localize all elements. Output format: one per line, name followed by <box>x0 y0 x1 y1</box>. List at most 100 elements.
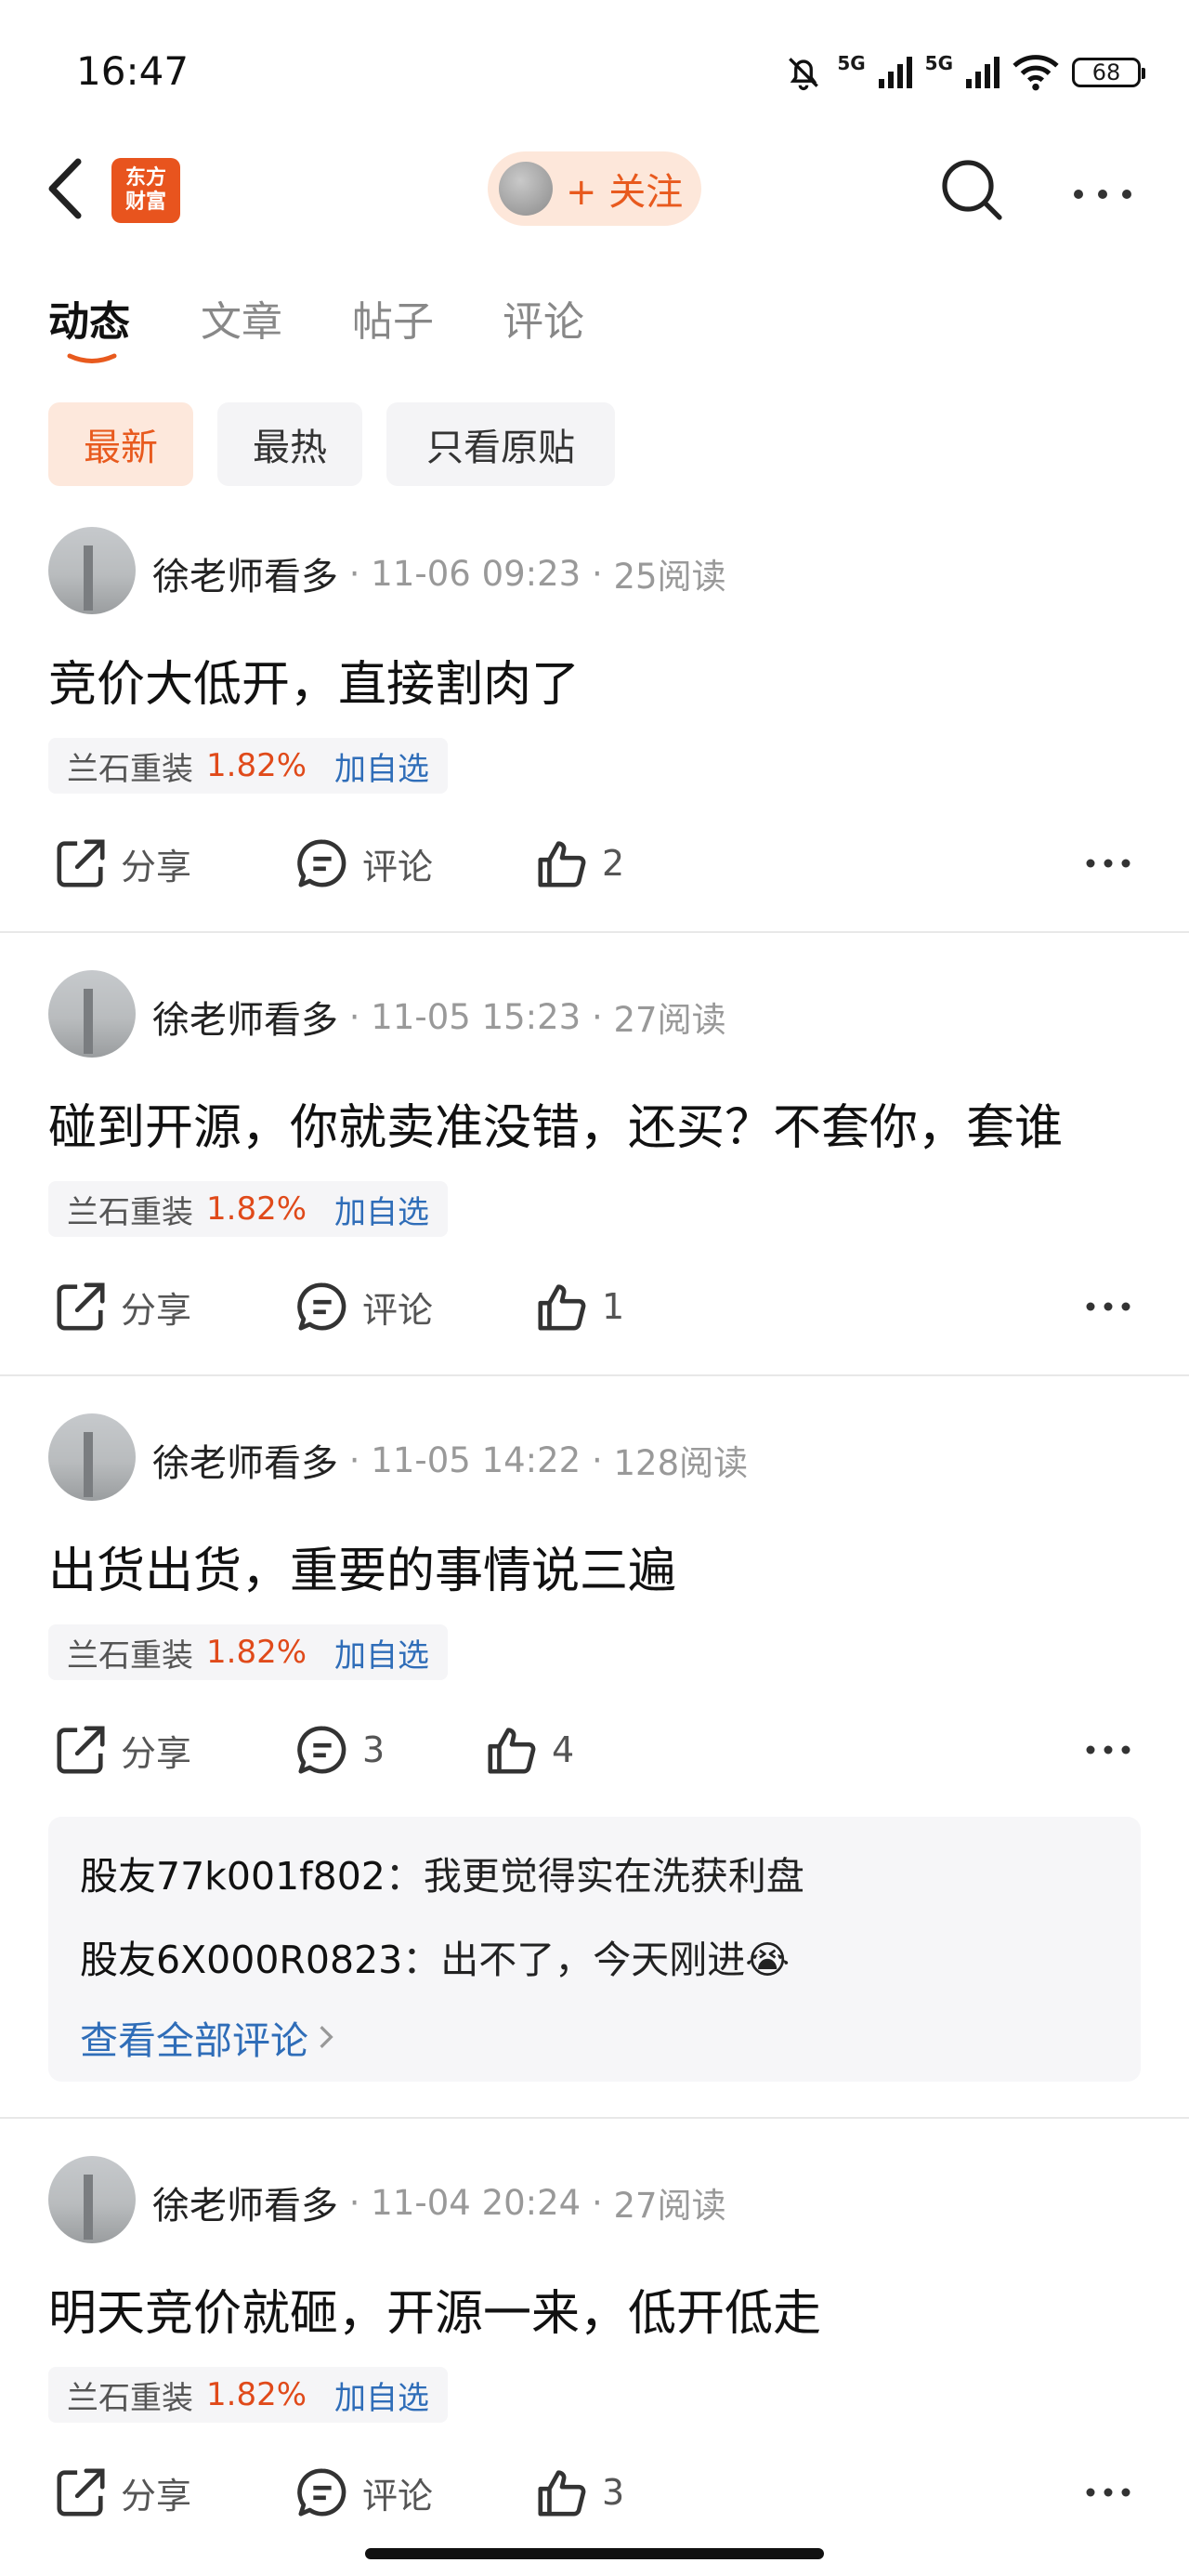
post-time: 11-05 15:23 <box>371 996 581 1037</box>
share-button[interactable]: 分享 <box>54 836 191 890</box>
comment-button[interactable]: 3 <box>295 1723 385 1777</box>
comment-icon <box>297 1282 346 1331</box>
share-button[interactable]: 分享 <box>54 2465 191 2519</box>
post-more-icon[interactable] <box>1085 858 1131 869</box>
signal-icon <box>878 57 912 88</box>
author-name[interactable]: 徐老师看多 <box>152 2175 338 2229</box>
stock-name: 兰石重装 <box>67 2379 193 2417</box>
tab-active-indicator <box>67 353 117 363</box>
avatar[interactable] <box>48 1413 136 1501</box>
post-time: 11-06 09:23 <box>371 553 581 594</box>
read-count: 25阅读 <box>613 557 726 597</box>
follow-label: + 关注 <box>566 171 684 214</box>
post-meta: 徐老师看多 · 11-04 20:24 · 27阅读 <box>152 2175 726 2229</box>
filter-latest[interactable]: 最新 <box>48 402 193 486</box>
filter-hottest[interactable]: 最热 <box>217 402 362 486</box>
author-name[interactable]: 徐老师看多 <box>152 990 338 1044</box>
comment-button[interactable]: 评论 <box>295 836 433 890</box>
tab-comments[interactable]: 评论 <box>503 288 584 348</box>
status-icons: 5G 5G 68 <box>783 52 1145 93</box>
thumbs-up-icon <box>488 1728 536 1774</box>
tab-dynamics[interactable]: 动态 <box>48 288 130 348</box>
divider <box>0 2117 1189 2119</box>
mute-bell-icon <box>789 58 819 91</box>
post-content[interactable]: 竞价大低开，直接割肉了 <box>48 645 580 715</box>
thumbs-up-icon <box>538 841 586 887</box>
network-5g-1: 5G <box>837 52 866 74</box>
comment-icon <box>297 839 346 887</box>
stock-tag[interactable]: 兰石重装 1.82% 加自选 <box>48 1624 449 1680</box>
post-content[interactable]: 明天竞价就砸，开源一来，低开低走 <box>48 2274 821 2344</box>
like-button[interactable]: 4 <box>485 1723 574 1777</box>
avatar[interactable] <box>48 970 136 1058</box>
post-time: 11-05 14:22 <box>371 1439 581 1480</box>
comment-icon <box>297 2468 346 2517</box>
add-watchlist-button[interactable]: 加自选 <box>334 2372 429 2418</box>
tab-posts[interactable]: 帖子 <box>352 288 434 348</box>
tab-articles[interactable]: 文章 <box>201 288 282 348</box>
stock-tag[interactable]: 兰石重装 1.82% 加自选 <box>48 1181 449 1237</box>
read-count: 27阅读 <box>613 1000 726 1040</box>
network-5g-2: 5G <box>924 52 953 74</box>
chevron-right-icon <box>320 2026 333 2048</box>
view-all-comments-link[interactable]: 查看全部评论 <box>80 2009 334 2065</box>
filter-original-only[interactable]: 只看原贴 <box>386 402 615 486</box>
share-button[interactable]: 分享 <box>54 1723 191 1777</box>
read-count: 128阅读 <box>613 1443 749 1483</box>
add-watchlist-button[interactable]: 加自选 <box>334 1630 429 1676</box>
more-menu-icon[interactable] <box>1073 186 1132 204</box>
post-meta: 徐老师看多 · 11-06 09:23 · 25阅读 <box>152 546 726 600</box>
comment-item[interactable]: 股友6X000R0823：出不了，今天刚进😭 <box>80 1928 790 1984</box>
follow-button[interactable]: + 关注 <box>488 151 701 226</box>
comment-text: 出不了，今天刚进😭 <box>440 1938 790 1982</box>
read-count: 27阅读 <box>613 2186 726 2226</box>
add-watchlist-button[interactable]: 加自选 <box>334 743 429 789</box>
back-arrow-icon[interactable] <box>46 156 84 221</box>
comment-icon <box>297 1726 346 1774</box>
post-meta: 徐老师看多 · 11-05 15:23 · 27阅读 <box>152 990 726 1044</box>
stock-change: 1.82% <box>206 2376 307 2413</box>
author-name[interactable]: 徐老师看多 <box>152 1433 338 1487</box>
like-button[interactable]: 3 <box>535 2465 624 2519</box>
avatar <box>499 162 553 216</box>
stock-name: 兰石重装 <box>67 1636 193 1675</box>
share-icon <box>57 839 105 887</box>
like-button[interactable]: 1 <box>535 1280 624 1334</box>
divider <box>0 931 1189 933</box>
post-more-icon[interactable] <box>1085 1301 1131 1312</box>
post-time: 11-04 20:24 <box>371 2182 581 2223</box>
post-content[interactable]: 碰到开源，你就卖准没错，还买？不套你，套谁 <box>48 1088 1063 1158</box>
signal-icon-2 <box>966 57 1000 88</box>
comment-text: 我更觉得实在洗获利盘 <box>423 1854 804 1899</box>
comment-button[interactable]: 评论 <box>295 1280 433 1334</box>
wifi-icon <box>1013 55 1059 91</box>
share-icon <box>57 1726 105 1774</box>
comment-user[interactable]: 股友77k001f802 <box>80 1854 385 1899</box>
avatar[interactable] <box>48 527 136 614</box>
share-icon <box>57 1282 105 1331</box>
comment-user[interactable]: 股友6X000R0823 <box>80 1938 402 1982</box>
like-button[interactable]: 2 <box>535 836 624 890</box>
stock-tag[interactable]: 兰石重装 1.82% 加自选 <box>48 738 449 794</box>
avatar[interactable] <box>48 2156 136 2243</box>
post-more-icon[interactable] <box>1085 2487 1131 2498</box>
add-watchlist-button[interactable]: 加自选 <box>334 1187 429 1232</box>
comment-item[interactable]: 股友77k001f802：我更觉得实在洗获利盘 <box>80 1845 804 1900</box>
search-icon[interactable] <box>938 156 1005 223</box>
comment-button[interactable]: 评论 <box>295 2465 433 2519</box>
app-logo: 东方财富 <box>111 158 180 223</box>
post-more-icon[interactable] <box>1085 1744 1131 1755</box>
home-indicator[interactable] <box>365 2548 824 2559</box>
divider <box>0 1374 1189 1376</box>
stock-change: 1.82% <box>206 747 307 784</box>
stock-change: 1.82% <box>206 1190 307 1228</box>
stock-tag[interactable]: 兰石重装 1.82% 加自选 <box>48 2367 449 2423</box>
battery-indicator: 68 <box>1072 58 1145 87</box>
status-time: 16:47 <box>76 48 189 94</box>
thumbs-up-icon <box>538 1284 586 1331</box>
stock-name: 兰石重装 <box>67 750 193 788</box>
author-name[interactable]: 徐老师看多 <box>152 546 338 600</box>
share-button[interactable]: 分享 <box>54 1280 191 1334</box>
stock-name: 兰石重装 <box>67 1193 193 1231</box>
post-content[interactable]: 出货出货，重要的事情说三遍 <box>48 1531 676 1601</box>
